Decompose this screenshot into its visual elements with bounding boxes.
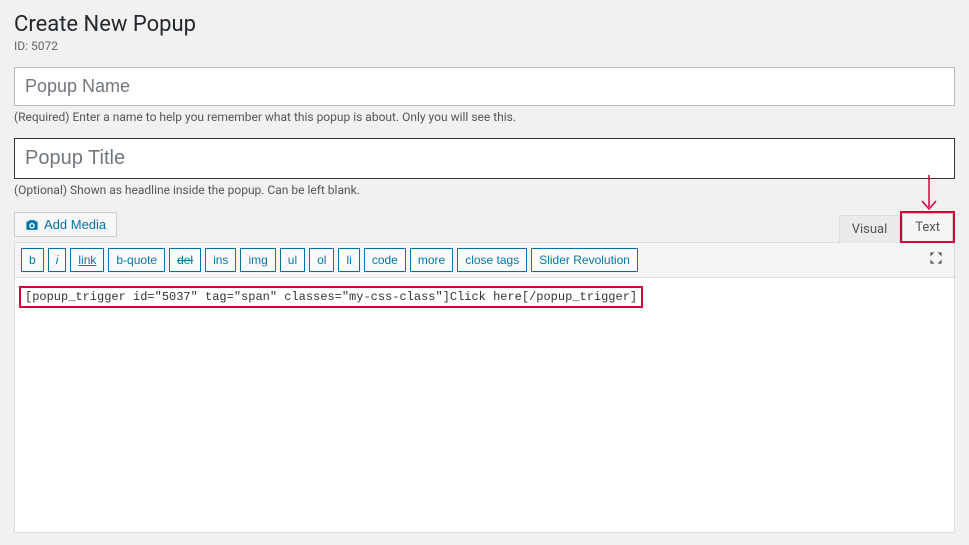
page-heading: Create New Popup: [14, 12, 955, 37]
popup-name-helper: (Required) Enter a name to help you reme…: [14, 110, 955, 124]
tab-text[interactable]: Text: [902, 213, 953, 241]
toolbar-del-button[interactable]: del: [169, 248, 201, 272]
toolbar-italic-button[interactable]: i: [48, 248, 67, 272]
add-media-label: Add Media: [44, 217, 106, 232]
toolbar-close-tags-button[interactable]: close tags: [457, 248, 527, 272]
toolbar-img-button[interactable]: img: [240, 248, 275, 272]
toolbar-bquote-button[interactable]: b-quote: [108, 248, 165, 272]
fullscreen-icon[interactable]: [924, 248, 948, 272]
annotation-text-tab: Text: [900, 211, 955, 243]
annotation-arrow-icon: [917, 175, 941, 215]
toolbar-code-button[interactable]: code: [364, 248, 406, 272]
toolbar-more-button[interactable]: more: [410, 248, 453, 272]
add-media-button[interactable]: Add Media: [14, 212, 117, 237]
editor-textarea[interactable]: [popup_trigger id="5037" tag="span" clas…: [14, 278, 955, 533]
toolbar-ol-button[interactable]: ol: [309, 248, 334, 272]
toolbar-li-button[interactable]: li: [338, 248, 359, 272]
toolbar-link-button[interactable]: link: [70, 248, 104, 272]
toolbar-slider-revolution-button[interactable]: Slider Revolution: [531, 248, 638, 272]
editor-content-line: [popup_trigger id="5037" tag="span" clas…: [19, 286, 643, 308]
popup-title-helper: (Optional) Shown as headline inside the …: [14, 183, 955, 197]
popup-title-input[interactable]: [14, 138, 955, 179]
toolbar-ul-button[interactable]: ul: [280, 248, 305, 272]
camera-icon: [25, 218, 39, 232]
editor-tabs: Visual Text: [839, 211, 955, 243]
tab-visual[interactable]: Visual: [839, 215, 901, 243]
popup-name-input[interactable]: [14, 67, 955, 106]
toolbar-ins-button[interactable]: ins: [205, 248, 236, 272]
popup-id-label: ID: 5072: [14, 39, 955, 53]
toolbar-bold-button[interactable]: b: [21, 248, 44, 272]
editor-toolbar: b i link b-quote del ins img ul ol li co…: [14, 242, 955, 278]
